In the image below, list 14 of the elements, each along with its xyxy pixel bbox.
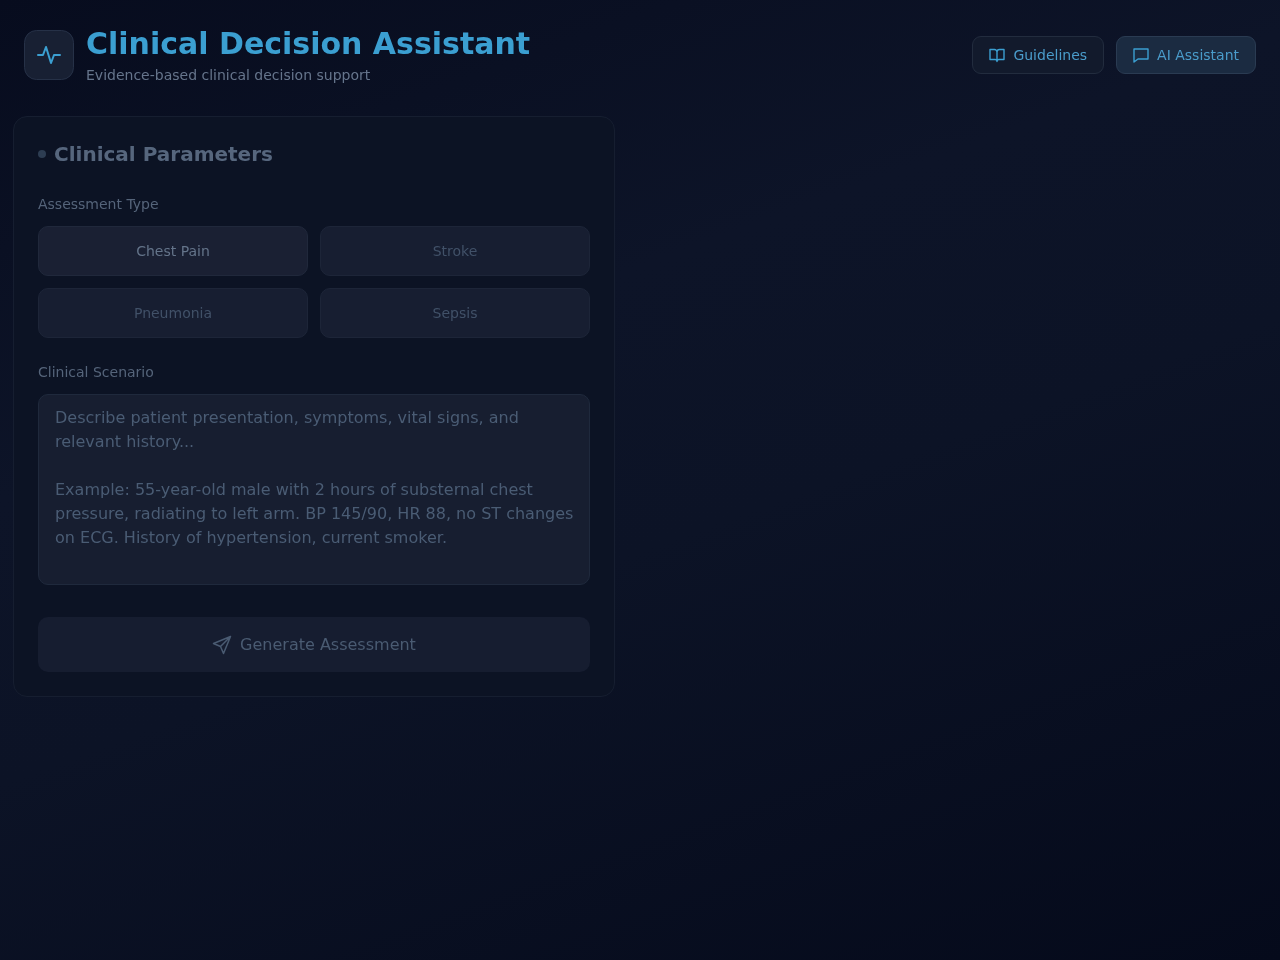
- assistant-button[interactable]: AI Assistant: [1116, 36, 1256, 74]
- send-icon: [212, 634, 233, 655]
- scenario-input-field[interactable]: Describe patient presentation, symptoms, vital signs, and relevant history... Example: 55-year-old male with 2 hours of substernal chest pressure, radiating to left arm. BP 145/90, HR 88, no ST changes on ECG. History of hypertension, current smoker.: [38, 394, 590, 585]
- panel-title: Clinical Parameters: [54, 141, 273, 167]
- app-title: Clinical Decision Assistant: [86, 26, 531, 62]
- bullet-dot-icon: [38, 150, 46, 158]
- app-subtitle: Evidence-based clinical decision support: [86, 66, 372, 84]
- chat-icon: [1133, 47, 1150, 63]
- pulse-icon: [24, 30, 74, 80]
- clinical-scenario-label: Clinical Scenario: [38, 363, 155, 381]
- assessment-type-label: Assessment Type: [38, 195, 160, 213]
- assessment-type-option[interactable]: Chest Pain: [38, 226, 308, 276]
- book-icon: [989, 47, 1006, 63]
- guidelines-button[interactable]: Guidelines: [972, 36, 1105, 74]
